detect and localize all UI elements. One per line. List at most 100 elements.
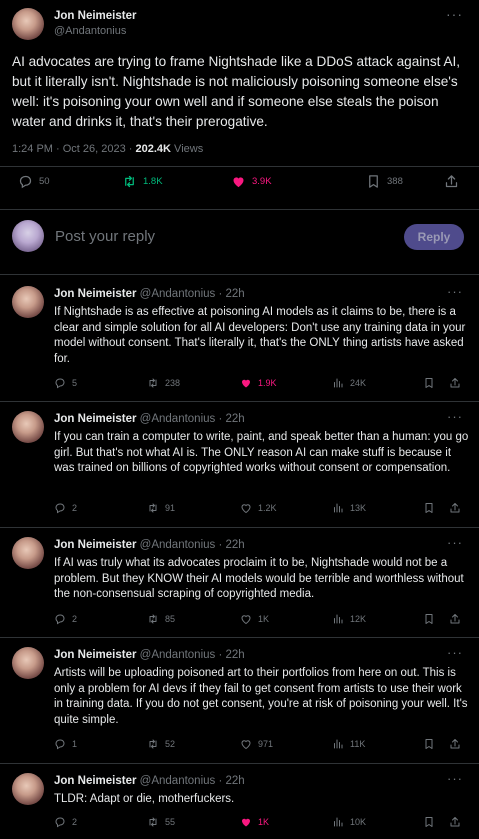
like-count: 1K (258, 817, 270, 827)
author-name[interactable]: Jon Neimeister (54, 10, 136, 22)
reply-button[interactable]: 2 (54, 816, 77, 828)
like-button[interactable]: 1.9K (240, 377, 277, 389)
like-button[interactable]: 971 (240, 738, 273, 750)
repost-icon (149, 614, 157, 624)
reply-time[interactable]: · 22h (215, 539, 244, 551)
reply-avatar[interactable] (12, 773, 44, 805)
repost-button[interactable]: 85 (147, 613, 175, 625)
bookmark-count: 388 (387, 176, 403, 187)
reply-button[interactable]: 2 (54, 502, 77, 514)
reply-author-handle[interactable]: @Andantonius (140, 775, 216, 787)
bookmark-button[interactable] (423, 377, 435, 389)
reply-icon (55, 817, 65, 828)
like-icon (241, 615, 251, 625)
divider (0, 527, 479, 528)
divider (0, 637, 479, 638)
more-icon[interactable]: ··· (447, 284, 463, 299)
views-count: 202.4K (135, 143, 171, 155)
reply-author-name[interactable]: Jon Neimeister (54, 539, 136, 551)
like-button[interactable]: 1K (240, 816, 269, 828)
bookmark-button[interactable] (423, 502, 435, 514)
reply-author-name[interactable]: Jon Neimeister (54, 649, 136, 661)
reply-avatar[interactable] (12, 411, 44, 443)
reply-time[interactable]: · 22h (215, 288, 244, 300)
repost-button[interactable]: 238 (147, 377, 180, 389)
reply-submit-button[interactable]: Reply (404, 224, 464, 250)
bookmark-icon (425, 739, 433, 749)
more-icon[interactable]: ··· (447, 409, 463, 424)
views-count: 13K (350, 503, 367, 513)
like-button[interactable]: 3.9K (231, 174, 272, 189)
reply-time[interactable]: · 22h (215, 649, 244, 661)
like-count: 3.9K (252, 176, 272, 187)
reply-header: Jon Neimeister @Andantonius · 22h (54, 288, 245, 300)
views-count: 11K (350, 739, 366, 749)
repost-icon (149, 378, 157, 388)
reply-author-handle[interactable]: @Andantonius (140, 539, 216, 551)
reply-button[interactable]: 5 (54, 377, 77, 389)
reply-time[interactable]: · 22h (215, 413, 244, 425)
reply-author-name[interactable]: Jon Neimeister (54, 288, 136, 300)
share-button[interactable] (449, 377, 461, 389)
repost-icon (149, 817, 157, 827)
divider (0, 166, 479, 167)
more-icon[interactable]: ··· (447, 645, 463, 660)
reply-avatar[interactable] (12, 286, 44, 318)
divider (0, 401, 479, 402)
views-icon (334, 503, 343, 513)
reply-author-name[interactable]: Jon Neimeister (54, 413, 136, 425)
repost-button[interactable]: 1.8K (122, 174, 163, 189)
more-icon[interactable]: ··· (447, 535, 463, 550)
bookmark-button[interactable]: 388 (366, 174, 403, 189)
reply-button[interactable]: 1 (54, 738, 77, 750)
reply-icon (19, 175, 32, 189)
like-button[interactable]: 1.2K (240, 502, 277, 514)
reply-action-bar: 2 91 1.2K 13K (54, 502, 474, 518)
more-icon[interactable]: ··· (447, 771, 463, 786)
views-icon (334, 817, 343, 827)
bookmark-button[interactable] (423, 816, 435, 828)
author-handle[interactable]: @Andantonius (54, 25, 126, 37)
repost-button[interactable]: 91 (147, 502, 175, 514)
reply-author-handle[interactable]: @Andantonius (140, 649, 216, 661)
views-button[interactable]: 13K (332, 502, 366, 514)
reply-input[interactable]: Post your reply (55, 228, 155, 245)
reply-time[interactable]: · 22h (215, 775, 244, 787)
reply-avatar[interactable] (12, 537, 44, 569)
reply-button[interactable]: 2 (54, 613, 77, 625)
like-button[interactable]: 1K (240, 613, 269, 625)
reply-button[interactable]: 50 (18, 174, 50, 189)
reply-author-handle[interactable]: @Andantonius (140, 288, 216, 300)
reply-avatar[interactable] (12, 647, 44, 679)
repost-count: 85 (165, 614, 176, 624)
tweet-timestamp[interactable]: 1:24 PM · Oct 26, 2023 · (12, 143, 136, 155)
views-button[interactable]: 12K (332, 613, 366, 625)
bookmark-button[interactable] (423, 613, 435, 625)
reply-text: If Nightshade is as effective at poisoni… (54, 306, 466, 365)
reply-author-name[interactable]: Jon Neimeister (54, 775, 136, 787)
author-avatar[interactable] (12, 8, 44, 40)
share-button[interactable] (449, 816, 461, 828)
repost-button[interactable]: 55 (147, 816, 175, 828)
user-avatar[interactable] (12, 220, 44, 252)
bookmark-button[interactable] (423, 738, 435, 750)
reply-author-handle[interactable]: @Andantonius (140, 413, 216, 425)
main-action-bar: 50 1.8K 3.9K 388 (0, 174, 479, 202)
views-button[interactable]: 24K (332, 377, 366, 389)
views-icon (334, 739, 343, 749)
share-button[interactable] (444, 174, 459, 189)
share-icon (450, 817, 460, 827)
share-button[interactable] (449, 613, 461, 625)
views-button[interactable]: 10K (332, 816, 366, 828)
like-icon (242, 818, 250, 827)
share-button[interactable] (449, 502, 461, 514)
reply-icon (55, 614, 65, 625)
like-count: 971 (258, 739, 274, 749)
reply-text: If AI was truly what its advocates procl… (54, 557, 464, 600)
more-icon[interactable]: ··· (446, 6, 463, 22)
views-button[interactable]: 11K (332, 738, 365, 750)
repost-button[interactable]: 52 (147, 738, 175, 750)
share-button[interactable] (449, 738, 461, 750)
reply-text: Artists will be uploading poisoned art t… (54, 667, 468, 726)
reply-action-bar: 1 52 971 11K (54, 738, 474, 754)
